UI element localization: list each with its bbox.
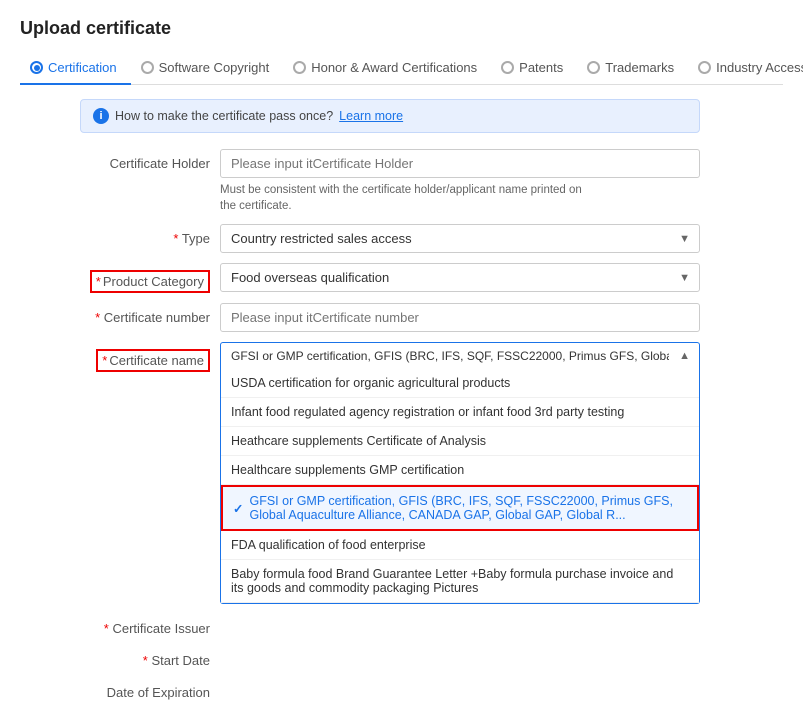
date-of-expiration-row: Date of Expiration xyxy=(80,678,783,700)
certificate-name-required-star: * xyxy=(102,353,107,368)
product-category-row: *Product Category Food overseas qualific… xyxy=(80,263,783,293)
tab-industry-access[interactable]: Industry Access Qualification xyxy=(688,54,803,85)
certificate-issuer-label: Certificate Issuer xyxy=(80,614,220,636)
certificate-name-row: *Certificate name ▲ USDA certification f… xyxy=(80,342,783,604)
type-select-wrap: Country restricted sales access ▼ xyxy=(220,224,700,253)
cert-option-fda[interactable]: FDA qualification of food enterprise xyxy=(221,531,699,560)
tab-software-copyright[interactable]: Software Copyright xyxy=(131,54,284,85)
certificate-holder-field-wrap: Must be consistent with the certificate … xyxy=(220,149,700,214)
form-area: Certificate Holder Must be consistent wi… xyxy=(80,149,783,700)
cert-option-gfsi-gmp[interactable]: ✓ GFSI or GMP certification, GFIS (BRC, … xyxy=(221,485,699,531)
tab-honor-award-label: Honor & Award Certifications xyxy=(311,60,477,75)
tab-patents-label: Patents xyxy=(519,60,563,75)
type-label: Type xyxy=(80,224,220,246)
certificate-holder-label: Certificate Holder xyxy=(80,149,220,171)
info-icon: i xyxy=(93,108,109,124)
product-category-required-star: * xyxy=(96,274,101,289)
page-container: Upload certificate Certification Softwar… xyxy=(0,0,803,728)
certificate-holder-row: Certificate Holder Must be consistent wi… xyxy=(80,149,783,214)
certificate-number-input[interactable] xyxy=(220,303,700,332)
radio-software-copyright xyxy=(141,61,154,74)
certificate-holder-helper: Must be consistent with the certificate … xyxy=(220,182,700,214)
certificate-holder-input[interactable] xyxy=(220,149,700,178)
radio-industry-access xyxy=(698,61,711,74)
product-category-label-wrap: *Product Category xyxy=(80,263,220,293)
product-category-label: Product Category xyxy=(103,274,204,289)
radio-honor-award xyxy=(293,61,306,74)
start-date-label: Start Date xyxy=(80,646,220,668)
page-title: Upload certificate xyxy=(20,18,783,39)
tab-honor-award[interactable]: Honor & Award Certifications xyxy=(283,54,491,85)
certificate-number-field-wrap xyxy=(220,303,700,332)
cert-option-healthcare-coa[interactable]: Heathcare supplements Certificate of Ana… xyxy=(221,427,699,456)
product-category-select[interactable]: Food overseas qualification xyxy=(220,263,700,292)
certificate-name-field-wrap: ▲ USDA certification for organic agricul… xyxy=(220,342,700,604)
cert-option-usda[interactable]: USDA certification for organic agricultu… xyxy=(221,369,699,398)
radio-certification xyxy=(30,61,43,74)
certificate-issuer-row: Certificate Issuer xyxy=(80,614,783,636)
info-banner-text: How to make the certificate pass once? xyxy=(115,109,333,123)
type-field-wrap: Country restricted sales access ▼ xyxy=(220,224,700,253)
radio-trademarks xyxy=(587,61,600,74)
certificate-number-row: Certificate number xyxy=(80,303,783,332)
tab-trademarks[interactable]: Trademarks xyxy=(577,54,688,85)
certificate-name-arrow-icon: ▲ xyxy=(679,350,690,362)
product-category-select-wrap: Food overseas qualification ▼ xyxy=(220,263,700,292)
tab-bar: Certification Software Copyright Honor &… xyxy=(20,53,783,85)
certificate-name-dropdown: USDA certification for organic agricultu… xyxy=(220,369,700,604)
cert-option-infant-food[interactable]: Infant food regulated agency registratio… xyxy=(221,398,699,427)
tab-certification-label: Certification xyxy=(48,60,117,75)
type-select[interactable]: Country restricted sales access xyxy=(220,224,700,253)
tab-certification[interactable]: Certification xyxy=(20,54,131,85)
cert-option-gfsi-gmp-text: GFSI or GMP certification, GFIS (BRC, IF… xyxy=(249,494,687,522)
checkmark-icon: ✓ xyxy=(233,501,243,516)
start-date-row: Start Date xyxy=(80,646,783,668)
certificate-name-label: Certificate name xyxy=(109,353,204,368)
certificate-name-input[interactable] xyxy=(220,342,700,369)
tab-industry-access-label: Industry Access Qualification xyxy=(716,60,803,75)
radio-patents xyxy=(501,61,514,74)
tab-patents[interactable]: Patents xyxy=(491,54,577,85)
cert-option-healthcare-gmp[interactable]: Healthcare supplements GMP certification xyxy=(221,456,699,485)
cert-option-baby-formula[interactable]: Baby formula food Brand Guarantee Letter… xyxy=(221,560,699,603)
info-banner: i How to make the certificate pass once?… xyxy=(80,99,700,133)
certificate-number-label: Certificate number xyxy=(80,303,220,325)
certificate-name-input-wrap: ▲ xyxy=(220,342,700,369)
tab-software-copyright-label: Software Copyright xyxy=(159,60,270,75)
product-category-field-wrap: Food overseas qualification ▼ xyxy=(220,263,700,292)
tab-trademarks-label: Trademarks xyxy=(605,60,674,75)
type-row: Type Country restricted sales access ▼ xyxy=(80,224,783,253)
certificate-name-label-wrap: *Certificate name xyxy=(80,342,220,372)
date-of-expiration-label: Date of Expiration xyxy=(80,678,220,700)
learn-more-link[interactable]: Learn more xyxy=(339,109,403,123)
